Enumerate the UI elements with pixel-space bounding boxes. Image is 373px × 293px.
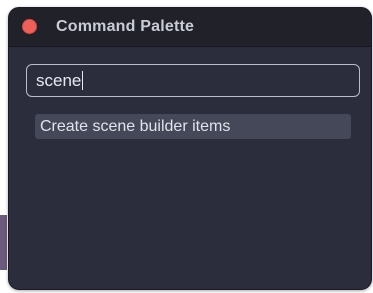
background-window-edge xyxy=(0,215,7,270)
window-title: Command Palette xyxy=(56,18,195,35)
command-result-label: Create scene builder items xyxy=(40,117,231,135)
command-search-input[interactable]: scene xyxy=(26,64,360,97)
close-button[interactable] xyxy=(22,19,37,34)
text-cursor xyxy=(82,71,84,90)
command-palette-window: Command Palette scene Create scene build… xyxy=(8,7,372,290)
command-result-item[interactable]: Create scene builder items xyxy=(35,114,351,139)
search-input-value: scene xyxy=(36,70,82,90)
title-bar: Command Palette xyxy=(9,8,371,47)
